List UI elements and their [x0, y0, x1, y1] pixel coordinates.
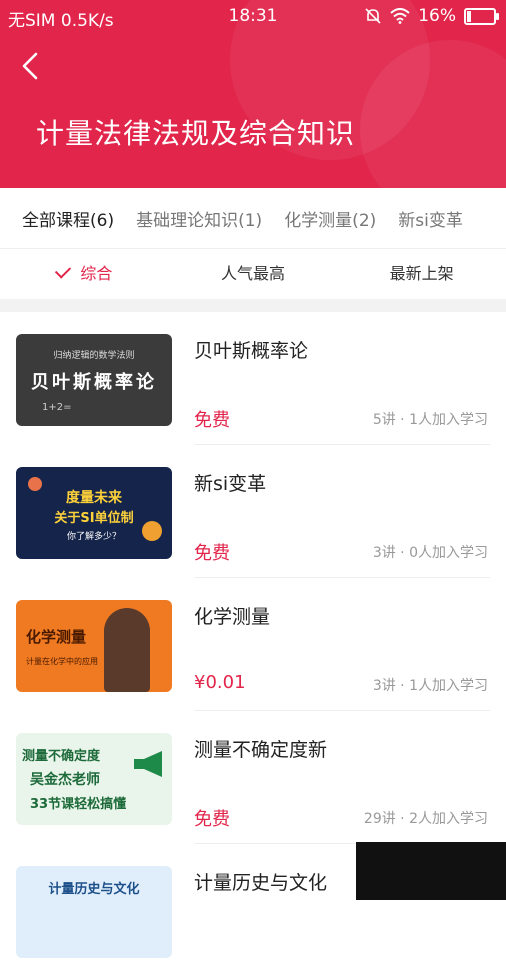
thumb-subtitle: 计量在化学中的应用 [26, 657, 98, 666]
course-item[interactable]: 度量未来 关于SI单位制 你了解多少？ 新si变革 免费 3讲 · 0人加入学习 [0, 445, 506, 578]
course-name: 化学测量 [194, 606, 271, 628]
course-name: 贝叶斯概率论 [194, 340, 309, 362]
status-bar: 无SIM 0.5K/s 18:31 16% [0, 0, 506, 34]
thumb-subtitle: 关于SI单位制 [54, 511, 134, 526]
sort-comprehensive[interactable]: 综合 [0, 249, 169, 299]
sort-label: 综合 [80, 264, 113, 283]
course-item[interactable]: 测量不确定度 吴金杰老师 33节课轻松搞懂 测量不确定度新 免费 29讲 · 2… [0, 711, 506, 844]
section-gap [0, 299, 506, 312]
course-item[interactable]: 归纳逻辑的数学法则 贝叶斯概率论 1+2= 贝叶斯概率论 免费 5讲 · 1人加… [0, 312, 506, 445]
thumb-title: 贝叶斯概率论 [31, 372, 157, 393]
thumb-title: 化学测量 [26, 628, 87, 646]
back-chevron-icon[interactable] [14, 48, 50, 84]
thumb-title: 计量历史与文化 [48, 882, 140, 897]
thumb-title: 度量未来 [66, 490, 122, 506]
thumb-tagline: 你了解多少？ [66, 532, 121, 542]
category-tabs: 全部课程(6) 基础理论知识(1) 化学测量(2) 新si变革 [0, 188, 506, 249]
thumb-tagline: 33节课轻松搞懂 [30, 797, 127, 812]
tab-all[interactable]: 全部课程(6) [0, 206, 114, 231]
thumb-formula: 1+2= [42, 402, 72, 413]
thumb-subtitle: 归纳逻辑的数学法则 [53, 351, 135, 361]
course-price: ¥0.01 [194, 672, 246, 693]
course-meta: 3讲 · 0人加入学习 [372, 545, 488, 561]
course-price: 免费 [194, 410, 230, 431]
course-meta: 29讲 · 2人加入学习 [363, 811, 488, 827]
course-item[interactable]: 化学测量 计量在化学中的应用 化学测量 ¥0.01 3讲 · 1人加入学习 [0, 578, 506, 711]
battery-icon [464, 7, 499, 25]
teacher-photo [104, 608, 150, 692]
course-price: 免费 [194, 543, 230, 564]
course-name: 计量历史与文化 [194, 872, 328, 894]
course-meta: 5讲 · 1人加入学习 [372, 412, 488, 428]
thumb-teacher: 吴金杰老师 [30, 772, 100, 788]
course-name: 测量不确定度新 [194, 739, 328, 761]
status-right: 16% [364, 6, 499, 26]
mute-bell-icon [365, 8, 381, 24]
course-price: 免费 [194, 809, 230, 830]
sort-newest[interactable]: 最新上架 [337, 249, 506, 299]
check-icon [55, 262, 72, 279]
battery-fill [467, 10, 471, 22]
course-thumbnail: 归纳逻辑的数学法则 贝叶斯概率论 1+2= [16, 334, 172, 426]
tab-chemistry[interactable]: 化学测量(2) [262, 206, 376, 231]
course-thumbnail: 化学测量 计量在化学中的应用 [16, 600, 172, 692]
tab-new-si[interactable]: 新si变革 [376, 206, 463, 231]
course-name: 新si变革 [194, 473, 267, 495]
header: 无SIM 0.5K/s 18:31 16% 计量法律法规及综合知识 [0, 0, 506, 188]
wifi-icon [390, 8, 410, 24]
page-title: 计量法律法规及综合知识 [36, 117, 356, 150]
thumb-title: 测量不确定度 [22, 749, 101, 764]
battery-percent: 16% [418, 6, 456, 26]
tab-basic-theory[interactable]: 基础理论知识(1) [114, 206, 262, 231]
corner-watermark [356, 842, 506, 900]
course-meta: 3讲 · 1人加入学习 [372, 678, 488, 694]
course-thumbnail: 度量未来 关于SI单位制 你了解多少？ [16, 467, 172, 559]
course-thumbnail: 测量不确定度 吴金杰老师 33节课轻松搞懂 [16, 733, 172, 825]
course-thumbnail: 计量历史与文化 [16, 866, 172, 958]
